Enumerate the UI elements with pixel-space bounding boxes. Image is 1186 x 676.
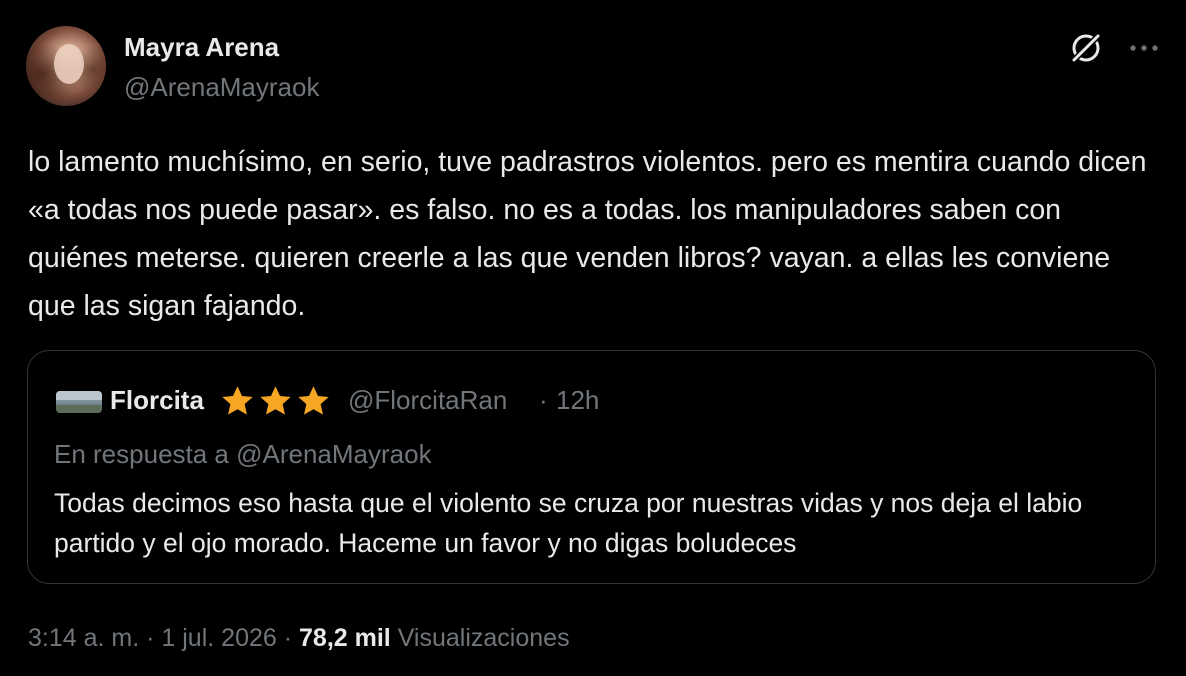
tweet-text: lo lamento muchísimo, en serio, tuve pad… — [28, 146, 1147, 322]
star-icon — [298, 386, 329, 415]
quote-avatar[interactable] — [56, 391, 102, 413]
star-icon — [222, 386, 253, 415]
more-icon[interactable] — [1124, 36, 1164, 60]
tweet: Mayra Arena @ArenaMayraok lo lamento muc… — [0, 0, 1186, 676]
author-avatar[interactable] — [26, 26, 106, 106]
tweet-time[interactable]: 3:14 a. m. — [28, 624, 139, 652]
author-handle[interactable]: @ArenaMayraok — [124, 72, 319, 103]
views-count: 78,2 mil — [299, 624, 391, 652]
quote-handle[interactable]: @FlorcitaRan — [348, 385, 507, 416]
views-label: Visualizaciones — [397, 624, 570, 652]
avatar-face — [54, 44, 84, 84]
quote-name-stars — [220, 384, 331, 420]
quote-text: Todas decimos eso hasta que el violento … — [54, 488, 1083, 558]
quote-avatar-sky — [56, 391, 102, 400]
quote-avatar-land — [56, 405, 102, 413]
meta-separator: · — [146, 624, 155, 652]
tweet-metadata: 3:14 a. m. · 1 jul. 2026 · 78,2 mil Visu… — [28, 624, 570, 653]
reply-to-label: En respuesta a @ArenaMayraok — [54, 439, 432, 469]
tweet-date[interactable]: 1 jul. 2026 — [161, 624, 276, 652]
author-display-name[interactable]: Mayra Arena — [124, 32, 279, 63]
star-icon — [260, 386, 291, 415]
grok-icon[interactable] — [1066, 28, 1106, 68]
quote-timestamp[interactable]: 12h — [556, 385, 599, 416]
quote-display-name[interactable]: Florcita — [110, 385, 204, 416]
meta-separator: · — [283, 624, 293, 652]
quoted-tweet[interactable]: Florcita @FlorcitaRan · 12h En respuesta… — [27, 350, 1156, 584]
quote-separator: · — [539, 385, 548, 415]
